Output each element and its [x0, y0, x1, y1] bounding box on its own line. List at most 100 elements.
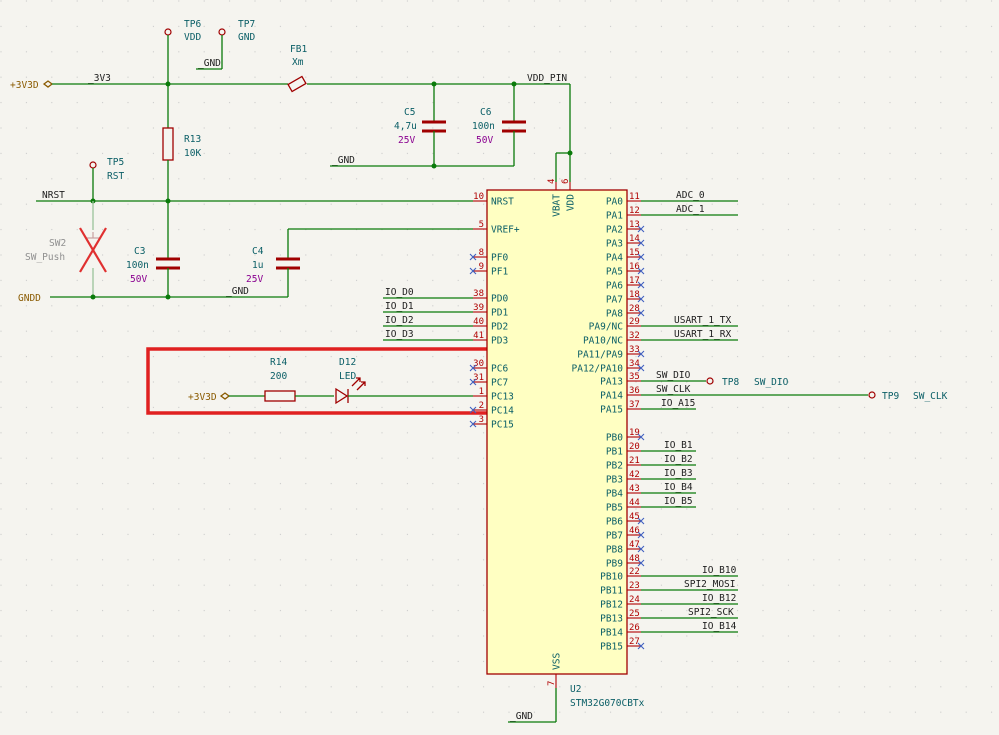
tp7-value: GND [238, 32, 255, 43]
net-label-gnd-u2[interactable]: _GND [510, 711, 533, 722]
c3-value: 100n [126, 260, 149, 271]
pin-name-right-3: PA3 [606, 239, 623, 250]
pin-name-right-7: PA7 [606, 295, 623, 306]
power-label-gndd[interactable]: GNDD [18, 293, 41, 304]
net-label-io-d0[interactable]: IO_D0 [385, 287, 414, 298]
pin-name-right-19: PB3 [606, 475, 623, 486]
pin-num-right-10: 32 [629, 331, 640, 341]
pin-num-left-4: 38 [473, 289, 484, 299]
pin-num-left-8: 30 [473, 359, 484, 369]
pin-num-right-15: 37 [629, 400, 640, 410]
c6-value: 100n [472, 121, 495, 132]
r13-value: 10K [184, 148, 201, 159]
pin-num-right-1: 12 [629, 206, 640, 216]
pin-name-right-29: PB13 [600, 614, 623, 625]
r13-ref: R13 [184, 134, 201, 145]
c6-ref: C6 [480, 107, 492, 118]
pin-name-right-16: PB0 [606, 433, 623, 444]
tp6-value: VDD [184, 32, 201, 43]
pin-num-right-2: 13 [629, 220, 640, 230]
pin-num-right-21: 44 [629, 498, 640, 508]
pin-num-right-13: 35 [629, 372, 640, 382]
power-label-3v3d-led[interactable]: +3V3D [188, 392, 217, 403]
pin-num-right-3: 14 [629, 234, 640, 244]
power-label-3v3d[interactable]: +3V3D [10, 80, 39, 91]
pin-name-right-21: PB5 [606, 503, 623, 514]
pin-name-right-4: PA4 [606, 253, 623, 264]
pin-num-right-24: 47 [629, 540, 640, 550]
net-label-usart-tx[interactable]: USART_1_TX [674, 315, 731, 326]
d12-value: LED [339, 371, 356, 382]
pin-name-left-1: VREF+ [491, 225, 520, 236]
c6-rating: 50V [476, 135, 493, 146]
pin-num-left-1: 5 [479, 220, 484, 230]
pin-name-right-6: PA6 [606, 281, 623, 292]
net-label-usart-rx[interactable]: USART_1_RX [674, 329, 731, 340]
net-label-io-d2[interactable]: IO_D2 [385, 315, 414, 326]
pin-num-left-2: 8 [479, 248, 484, 258]
pin-name-right-27: PB11 [600, 586, 623, 597]
c3-rating: 50V [130, 274, 147, 285]
pin-num-right-8: 28 [629, 304, 640, 314]
pin-num-right-5: 16 [629, 262, 640, 272]
net-label-spi-sck[interactable]: SPI2_SCK [688, 607, 734, 618]
net-label-io-b10[interactable]: IO_B10 [702, 565, 737, 576]
pin-num-right-18: 21 [629, 456, 640, 466]
net-label-io-d3[interactable]: IO_D3 [385, 329, 414, 340]
tp5-value: RST [107, 171, 124, 182]
net-label-3v3[interactable]: _3V3 [88, 73, 111, 84]
r14-value: 200 [270, 371, 287, 382]
pin-name-left-8: PC6 [491, 364, 508, 375]
pin-num-right-9: 29 [629, 317, 640, 327]
net-label-io-b5[interactable]: IO_B5 [664, 496, 693, 507]
pin-num-left-7: 41 [473, 331, 484, 341]
net-label-io-d1[interactable]: IO_D1 [385, 301, 414, 312]
net-label-spi-mosi[interactable]: SPI2_MOSI [684, 579, 735, 590]
net-label-io-b2[interactable]: IO_B2 [664, 454, 693, 465]
pin-num-right-12: 34 [629, 359, 640, 369]
pin-num-right-17: 20 [629, 442, 640, 452]
tp9-ref: TP9 [882, 391, 899, 402]
net-label-io-b3[interactable]: IO_B3 [664, 468, 693, 479]
pin-name-right-26: PB10 [600, 572, 623, 583]
pin-num-right-16: 19 [629, 428, 640, 438]
net-label-io-b14[interactable]: IO_B14 [702, 621, 737, 632]
pin-name-left-7: PD3 [491, 336, 508, 347]
pin-name-right-20: PB4 [606, 489, 623, 500]
net-label-gnd-caps[interactable]: _GND [332, 155, 355, 166]
pin-name-right-5: PA5 [606, 267, 623, 278]
pin-num-right-6: 17 [629, 276, 640, 286]
net-label-vdd-pin[interactable]: VDD_PIN [527, 73, 567, 84]
net-label-io-b12[interactable]: IO_B12 [702, 593, 736, 604]
pin-name-right-15: PA15 [600, 405, 623, 416]
pin-name-right-30: PB14 [600, 628, 623, 639]
net-label-adc1[interactable]: ADC_1 [676, 204, 705, 215]
net-label-nrst[interactable]: NRST [42, 190, 65, 201]
pin-name-left-3: PF1 [491, 267, 508, 278]
net-label-gnd-tp7[interactable]: _GND [198, 58, 221, 69]
net-label-sw-dio[interactable]: SW_DIO [656, 370, 691, 381]
net-label-adc0[interactable]: ADC_0 [676, 190, 705, 201]
c5-ref: C5 [404, 107, 415, 118]
c4-ref: C4 [252, 246, 264, 257]
pin-name-right-31: PB15 [600, 642, 623, 653]
net-label-gnd-c4[interactable]: _GND [226, 286, 249, 297]
pin-name-left-2: PF0 [491, 253, 508, 264]
c4-value: 1u [252, 260, 263, 271]
pin-name-right-28: PB12 [600, 600, 623, 611]
u2-ref: U2 [570, 684, 581, 695]
pin-num-right-27: 23 [629, 581, 640, 591]
pin-name-top-0: VBAT [552, 194, 563, 217]
pin-name-right-14: PA14 [600, 391, 623, 402]
net-label-sw-clk[interactable]: SW_CLK [656, 384, 691, 395]
pin-name-right-2: PA2 [606, 225, 623, 236]
pin-name-right-9: PA9/NC [589, 322, 623, 333]
net-label-io-b1[interactable]: IO_B1 [664, 440, 693, 451]
net-label-io-a15[interactable]: IO_A15 [661, 398, 695, 409]
ic-u2[interactable]: 10 NRST5 VREF+8 PF09 PF138 PD039 PD140 PD241 PD3… [469, 179, 645, 709]
net-label-io-b4[interactable]: IO_B4 [664, 482, 693, 493]
tp9-value: SW_CLK [913, 391, 948, 402]
pin-name-right-12: PA12/PA10 [572, 364, 624, 375]
pin-num-top-1: 6 [561, 179, 571, 184]
sw2-value: SW_Push [25, 252, 65, 263]
